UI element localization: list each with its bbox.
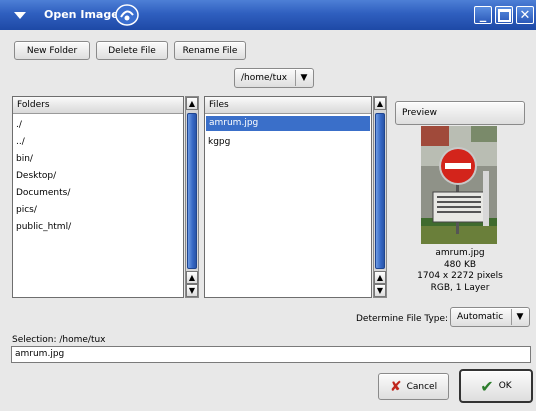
preview-label: Preview [402, 108, 438, 118]
selection-label: Selection: /home/tux [12, 335, 106, 345]
scroll-up-button[interactable]: ▲ [374, 271, 386, 284]
files-list[interactable]: Files amrum.jpg kgpg [204, 96, 372, 298]
folder-item[interactable]: public_html/ [16, 222, 71, 232]
folders-header[interactable]: Folders [13, 97, 183, 114]
scroll-down-button[interactable]: ▼ [374, 284, 386, 297]
minimize-button[interactable]: _ [474, 6, 492, 24]
folder-item[interactable]: Desktop/ [16, 171, 56, 181]
delete-file-button[interactable]: Delete File [96, 41, 168, 60]
preview-filename: amrum.jpg [435, 248, 485, 258]
scrollbar-thumb[interactable] [187, 113, 197, 269]
scroll-up-button[interactable]: ▲ [374, 97, 386, 110]
folders-scrollbar[interactable]: ▲ ▲ ▼ [185, 96, 199, 298]
filetype-label: Determine File Type: [356, 314, 449, 324]
files-header[interactable]: Files [205, 97, 371, 114]
folder-item[interactable]: Documents/ [16, 188, 70, 198]
ok-button[interactable]: ✔ OK [459, 369, 533, 403]
filetype-value: Automatic [457, 312, 504, 322]
files-header-label: Files [209, 100, 229, 110]
file-item-selected[interactable]: amrum.jpg [206, 116, 370, 131]
ok-label: OK [498, 381, 512, 391]
minimize-icon: _ [479, 7, 487, 23]
folders-list[interactable]: Folders ./ ../ bin/ Desktop/ Documents/ … [12, 96, 184, 298]
cancel-button[interactable]: ✘ Cancel [378, 373, 449, 400]
preview-info: amrum.jpg 480 KB 1704 x 2272 pixels RGB,… [395, 248, 525, 294]
folders-header-label: Folders [17, 100, 50, 110]
close-icon: ✕ [519, 7, 531, 23]
rename-file-label: Rename File [182, 45, 238, 56]
preview-size: 480 KB [443, 259, 477, 270]
close-button[interactable]: ✕ [516, 6, 534, 24]
cancel-label: Cancel [406, 381, 438, 392]
path-value: /home/tux [241, 73, 288, 83]
preview-image [421, 126, 497, 244]
file-item-label: amrum.jpg [209, 118, 259, 128]
delete-file-label: Delete File [108, 45, 156, 56]
filetype-dropdown[interactable]: Automatic ▼ [450, 307, 530, 327]
folder-item[interactable]: bin/ [16, 154, 33, 164]
scroll-up-button[interactable]: ▲ [186, 271, 198, 284]
new-folder-label: New Folder [26, 45, 78, 56]
preview-button[interactable]: Preview [395, 101, 525, 125]
title-bar[interactable]: Open Image _ ✕ [0, 0, 536, 30]
selection-input[interactable]: amrum.jpg [11, 346, 531, 363]
arrow-down-icon: ▼ [376, 286, 384, 295]
rename-file-button[interactable]: Rename File [174, 41, 246, 60]
scroll-down-button[interactable]: ▼ [186, 284, 198, 297]
window-menu-icon[interactable] [13, 10, 27, 20]
files-scrollbar[interactable]: ▲ ▲ ▼ [373, 96, 387, 298]
chevron-down-icon: ▼ [295, 70, 312, 86]
maximize-icon [497, 8, 511, 22]
preview-mode: RGB, 1 Layer [430, 282, 490, 293]
arrow-up-icon: ▲ [376, 273, 384, 282]
preview-dimensions: 1704 x 2272 pixels [417, 271, 503, 281]
folder-item[interactable]: ../ [16, 137, 25, 147]
path-dropdown[interactable]: /home/tux ▼ [234, 68, 314, 88]
cancel-icon: ✘ [389, 378, 402, 395]
scroll-up-button[interactable]: ▲ [186, 97, 198, 110]
preview-thumbnail [421, 126, 497, 244]
arrow-up-icon: ▲ [376, 99, 384, 108]
window-title: Open Image [44, 8, 119, 21]
arrow-up-icon: ▲ [188, 273, 196, 282]
chevron-down-icon: ▼ [511, 309, 528, 325]
folder-item[interactable]: pics/ [16, 205, 37, 215]
ok-icon: ✔ [480, 376, 494, 396]
file-item[interactable]: kgpg [208, 137, 230, 147]
arrow-down-icon: ▼ [188, 286, 196, 295]
arrow-up-icon: ▲ [188, 99, 196, 108]
folder-item[interactable]: ./ [16, 120, 22, 130]
scrollbar-thumb[interactable] [375, 113, 385, 269]
maximize-button[interactable] [495, 6, 513, 24]
new-folder-button[interactable]: New Folder [14, 41, 90, 60]
gimp-app-icon [115, 4, 139, 26]
